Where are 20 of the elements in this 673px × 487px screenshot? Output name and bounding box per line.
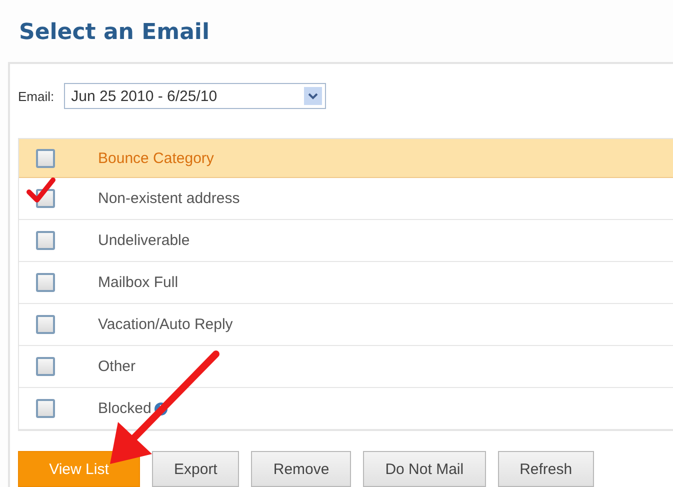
action-button[interactable]: Refresh: [498, 451, 594, 487]
action-button[interactable]: Export: [152, 451, 240, 487]
email-label: Email:: [18, 88, 54, 104]
checkbox[interactable]: [36, 231, 55, 250]
category-label: Non-existent address: [98, 190, 240, 207]
email-dropdown[interactable]: Jun 25 2010 - 6/25/10: [64, 83, 326, 109]
category-label: Other: [98, 358, 136, 375]
checkbox[interactable]: [36, 315, 55, 334]
category-label: Blocked: [98, 400, 152, 417]
column-header: Bounce Category: [98, 150, 214, 166]
checkbox[interactable]: [36, 399, 55, 418]
action-button[interactable]: Do Not Mail: [363, 451, 486, 487]
category-label: Undeliverable: [98, 232, 190, 249]
checkbox[interactable]: [36, 357, 55, 376]
category-label: Vacation/Auto Reply: [98, 316, 233, 333]
action-button[interactable]: Remove: [251, 451, 352, 487]
category-label: Mailbox Full: [98, 274, 178, 291]
page-title: Select an Email: [18, 19, 210, 42]
checkbox[interactable]: [36, 148, 55, 168]
checkbox[interactable]: [36, 273, 55, 292]
